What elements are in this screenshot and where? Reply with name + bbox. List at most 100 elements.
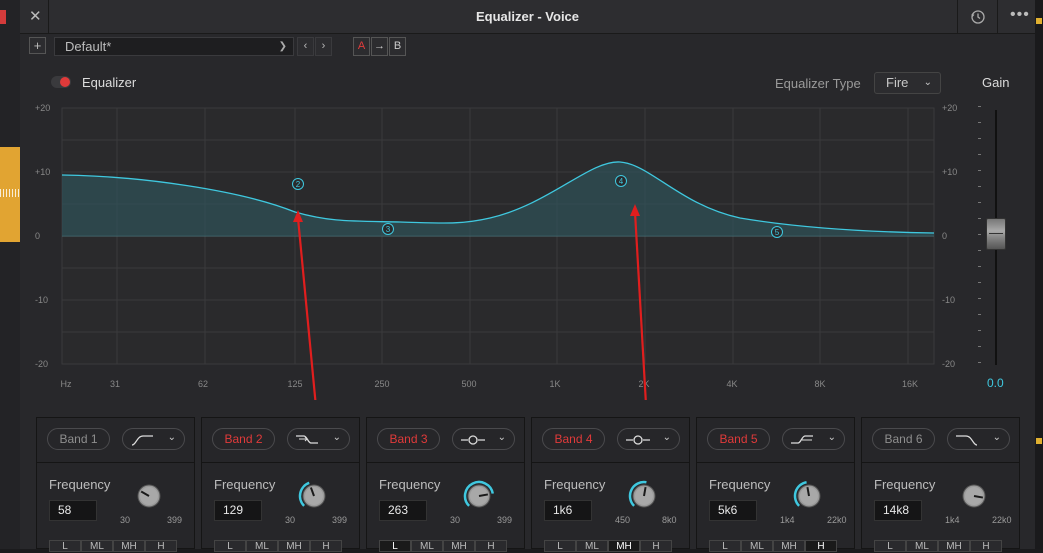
equalizer-type-dropdown[interactable]: Fire ⌄ bbox=[874, 72, 941, 94]
x-tick-label: Hz bbox=[61, 379, 72, 389]
knob-max-label: 8k0 bbox=[662, 515, 677, 525]
filter-type-ml[interactable]: ML bbox=[576, 540, 608, 552]
filter-type-mh[interactable]: MH bbox=[113, 540, 145, 552]
band-shape-dropdown[interactable]: ⌄ bbox=[947, 428, 1010, 450]
filter-type-ml[interactable]: ML bbox=[411, 540, 443, 552]
band-controls: Frequency 5k6 1k4 22k0 L ML MH H bbox=[697, 463, 854, 552]
band-shape-dropdown[interactable]: ⌄ bbox=[122, 428, 185, 450]
next-preset-button[interactable]: › bbox=[315, 37, 332, 56]
timeline-right-strip bbox=[1034, 0, 1043, 549]
knob-min-label: 1k4 bbox=[945, 515, 960, 525]
band-toggle-button[interactable]: Band 4 bbox=[542, 428, 605, 450]
gain-slider-thumb[interactable] bbox=[986, 218, 1006, 250]
filter-type-mh[interactable]: MH bbox=[938, 540, 970, 552]
band-header: Band 1 ⌄ bbox=[37, 418, 194, 463]
filter-type-l[interactable]: L bbox=[49, 540, 81, 552]
y-tick-label-left: +20 bbox=[35, 103, 50, 113]
frequency-knob[interactable] bbox=[463, 480, 495, 512]
x-tick-label: 31 bbox=[110, 379, 120, 389]
frequency-value-field[interactable]: 129 bbox=[214, 500, 262, 521]
filter-type-selector: L ML MH H bbox=[379, 540, 507, 552]
frequency-knob[interactable] bbox=[793, 480, 825, 512]
band-shape-dropdown[interactable]: ⌄ bbox=[782, 428, 845, 450]
frequency-value-field[interactable]: 58 bbox=[49, 500, 97, 521]
band-shape-dropdown[interactable]: ⌄ bbox=[287, 428, 350, 450]
filter-type-ml[interactable]: ML bbox=[741, 540, 773, 552]
band-toggle-button[interactable]: Band 1 bbox=[47, 428, 110, 450]
ab-b-button[interactable]: B bbox=[389, 37, 406, 56]
filter-type-ml[interactable]: ML bbox=[906, 540, 938, 552]
preset-dropdown[interactable]: Default* ❯ bbox=[54, 37, 294, 56]
filter-type-selector: L ML MH H bbox=[544, 540, 672, 552]
band-node-5[interactable]: 5 bbox=[771, 226, 783, 238]
window-title: Equalizer - Voice bbox=[475, 9, 580, 24]
frequency-knob[interactable] bbox=[298, 480, 330, 512]
filter-type-mh[interactable]: MH bbox=[608, 540, 640, 552]
chevron-down-icon: ⌄ bbox=[923, 77, 932, 88]
filter-type-h[interactable]: H bbox=[805, 540, 837, 552]
ab-a-button[interactable]: A bbox=[353, 37, 370, 56]
filter-type-h[interactable]: H bbox=[310, 540, 342, 552]
svg-text:5: 5 bbox=[775, 228, 780, 237]
equalizer-type-value: Fire bbox=[886, 75, 909, 90]
filter-type-ml[interactable]: ML bbox=[246, 540, 278, 552]
chevron-down-icon: ⌄ bbox=[662, 432, 671, 443]
band-toggle-button[interactable]: Band 2 bbox=[212, 428, 275, 450]
band-node-3[interactable]: 3 bbox=[382, 223, 394, 235]
filter-type-h[interactable]: H bbox=[145, 540, 177, 552]
band-panel-2: Band 2 ⌄ Frequency 129 30 399 L ML MH H bbox=[201, 417, 360, 552]
svg-text:2: 2 bbox=[296, 180, 301, 189]
prev-preset-button[interactable]: ‹ bbox=[297, 37, 314, 56]
gain-value: 0.0 bbox=[987, 376, 1004, 390]
band-shape-dropdown[interactable]: ⌄ bbox=[452, 428, 515, 450]
frequency-value-field[interactable]: 1k6 bbox=[544, 500, 592, 521]
ab-copy-button[interactable]: → bbox=[371, 37, 388, 56]
filter-type-ml[interactable]: ML bbox=[81, 540, 113, 552]
filter-type-l[interactable]: L bbox=[544, 540, 576, 552]
add-preset-button[interactable]: + bbox=[29, 37, 46, 54]
filter-type-mh[interactable]: MH bbox=[278, 540, 310, 552]
frequency-value-field[interactable]: 14k8 bbox=[874, 500, 922, 521]
knob-max-label: 399 bbox=[167, 515, 183, 525]
band-controls: Frequency 263 30 399 L ML MH H bbox=[367, 463, 524, 552]
band-panel-5: Band 5 ⌄ Frequency 5k6 1k4 22k0 L ML MH H bbox=[696, 417, 855, 552]
filter-type-l[interactable]: L bbox=[709, 540, 741, 552]
band-toggle-button[interactable]: Band 6 bbox=[872, 428, 935, 450]
band-toggle-button[interactable]: Band 3 bbox=[377, 428, 440, 450]
band-panel-6: Band 6 ⌄ Frequency 14k8 1k4 22k0 L ML MH H bbox=[861, 417, 1020, 552]
band-node-2[interactable]: 2 bbox=[292, 178, 304, 190]
filter-type-mh[interactable]: MH bbox=[773, 540, 805, 552]
band-toggle-button[interactable]: Band 5 bbox=[707, 428, 770, 450]
x-tick-label: 500 bbox=[461, 379, 476, 389]
eq-graph[interactable]: +20 +10 0 -10 -20 +20 +10 0 -10 -20 Hz 31 62 125 250… bbox=[20, 100, 1035, 429]
y-tick-label-left: -20 bbox=[35, 359, 48, 369]
more-options-icon[interactable]: ••• bbox=[1010, 6, 1030, 24]
filter-type-l[interactable]: L bbox=[379, 540, 411, 552]
filter-type-mh[interactable]: MH bbox=[443, 540, 475, 552]
chevron-down-icon: ⌄ bbox=[827, 432, 836, 443]
filter-type-l[interactable]: L bbox=[214, 540, 246, 552]
filter-type-l[interactable]: L bbox=[874, 540, 906, 552]
filter-type-h[interactable]: H bbox=[475, 540, 507, 552]
filter-type-h[interactable]: H bbox=[970, 540, 1002, 552]
filter-type-h[interactable]: H bbox=[640, 540, 672, 552]
band-node-4[interactable]: 4 bbox=[615, 175, 627, 187]
frequency-knob[interactable] bbox=[958, 480, 990, 512]
equalizer-toggle[interactable] bbox=[51, 76, 71, 88]
frequency-knob[interactable] bbox=[133, 480, 165, 512]
chevron-down-icon: ⌄ bbox=[992, 432, 1001, 443]
frequency-value-field[interactable]: 5k6 bbox=[709, 500, 757, 521]
low-cut-icon bbox=[131, 435, 153, 446]
chevron-down-icon: ❯ bbox=[278, 41, 287, 52]
frequency-label: Frequency bbox=[379, 477, 441, 492]
y-tick-label-left: +10 bbox=[35, 167, 50, 177]
frequency-value-field[interactable]: 263 bbox=[379, 500, 427, 521]
reset-icon[interactable] bbox=[970, 9, 986, 25]
band-shape-dropdown[interactable]: ⌄ bbox=[617, 428, 680, 450]
y-tick-label-right: 0 bbox=[942, 231, 947, 241]
equalizer-window: ✕ Equalizer - Voice ••• + Default* ❯ ‹ ›… bbox=[20, 0, 1035, 552]
filter-type-selector: L ML MH H bbox=[214, 540, 342, 552]
bell-icon bbox=[461, 435, 485, 445]
frequency-knob[interactable] bbox=[628, 480, 660, 512]
low-shelf-icon bbox=[296, 435, 318, 444]
